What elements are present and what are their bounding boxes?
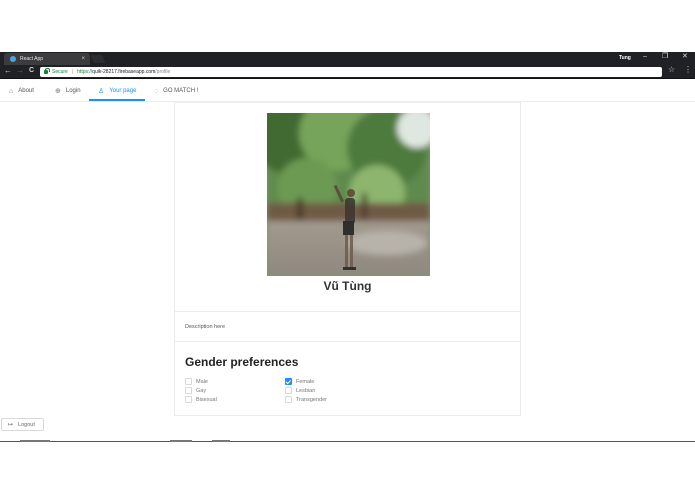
window-close-icon[interactable]: ✕ bbox=[682, 53, 688, 60]
forward-arrow-icon[interactable]: → bbox=[16, 67, 24, 75]
restore-icon[interactable]: ❐ bbox=[662, 53, 668, 60]
nav-item-label: GO MATCH ! bbox=[163, 88, 199, 94]
screen: React App × Tung – ❐ ✕ ← → C Secure | ht… bbox=[0, 0, 695, 494]
card-divider bbox=[175, 311, 520, 312]
checkbox-box[interactable] bbox=[285, 396, 292, 403]
logout-label: Logout bbox=[18, 421, 35, 428]
browser-menu-icon[interactable]: ⋮ bbox=[684, 66, 692, 74]
gender-preferences-title: Gender preferences bbox=[185, 355, 299, 369]
browser-tab[interactable]: React App × bbox=[4, 53, 90, 65]
checkbox-bisexual[interactable]: Bisexual bbox=[185, 396, 217, 403]
secure-label: Secure bbox=[52, 69, 68, 75]
nav-item-login[interactable]: ⊕ Login bbox=[55, 80, 81, 102]
logout-icon: ↦ bbox=[8, 422, 14, 428]
taskbar-segment bbox=[170, 440, 192, 442]
checkbox-label: Transgender bbox=[296, 396, 327, 403]
nav-item-go-match[interactable]: ◌ GO MATCH ! bbox=[154, 80, 198, 102]
checkbox-box-checked[interactable] bbox=[285, 378, 292, 385]
home-icon: ⌂ bbox=[9, 87, 14, 95]
browser-toolbar: ← → C Secure | https:// quik-28217.fireb… bbox=[0, 65, 695, 79]
back-arrow-icon[interactable]: ← bbox=[4, 67, 12, 75]
checkbox-label: Bisexual bbox=[196, 396, 217, 403]
url-path: /profile bbox=[155, 69, 171, 75]
browser-tabstrip: React App × Tung – ❐ ✕ bbox=[0, 52, 695, 65]
checkbox-gay[interactable]: Gay bbox=[185, 387, 206, 394]
checkbox-box[interactable] bbox=[185, 387, 192, 394]
url-scheme: https:// bbox=[77, 69, 93, 75]
logout-button[interactable]: ↦ Logout bbox=[1, 418, 44, 431]
minimize-icon[interactable]: – bbox=[643, 53, 647, 60]
nav-item-label: About bbox=[18, 88, 34, 94]
nav-item-about[interactable]: ⌂ About bbox=[9, 80, 34, 102]
address-bar[interactable]: Secure | https:// quik-28217.firebaseapp… bbox=[40, 67, 662, 77]
profile-description[interactable]: Description here bbox=[185, 324, 225, 330]
checkbox-box[interactable] bbox=[185, 396, 192, 403]
card-divider bbox=[175, 341, 520, 342]
checkbox-label: Lesbian bbox=[296, 387, 316, 394]
profile-photo bbox=[267, 113, 430, 276]
user-icon: ♙ bbox=[98, 88, 105, 95]
react-favicon-icon bbox=[10, 56, 16, 62]
taskbar-segment bbox=[212, 440, 230, 442]
omnibox-separator: | bbox=[71, 69, 74, 75]
bookmark-star-icon[interactable]: ☆ bbox=[668, 66, 675, 74]
browser-tab-title: React App bbox=[20, 56, 44, 62]
checkbox-male[interactable]: Male bbox=[185, 378, 208, 385]
checkbox-label: Male bbox=[196, 378, 208, 385]
profile-photo-illustration bbox=[267, 113, 430, 276]
login-icon: ⊕ bbox=[55, 88, 61, 95]
checkbox-label: Female bbox=[296, 378, 315, 385]
nav-item-label: Your page bbox=[109, 88, 137, 94]
chat-icon: ◌ bbox=[154, 87, 159, 95]
url-host: quik-28217.firebaseapp.com bbox=[92, 69, 156, 75]
checkbox-female[interactable]: Female bbox=[285, 378, 314, 385]
taskbar-segment bbox=[20, 440, 50, 442]
browser-profile-name[interactable]: Tung bbox=[619, 55, 631, 61]
reload-icon[interactable]: C bbox=[29, 67, 34, 74]
active-nav-indicator bbox=[89, 99, 145, 101]
tab-close-icon[interactable]: × bbox=[81, 56, 85, 62]
profile-name: Vũ Tùng bbox=[323, 279, 372, 293]
checkbox-transgender[interactable]: Transgender bbox=[285, 396, 327, 403]
checkbox-label: Gay bbox=[196, 387, 207, 394]
new-tab-button[interactable] bbox=[90, 55, 106, 63]
profile-card: Vũ Tùng Description here Gender preferen… bbox=[174, 102, 521, 416]
lock-icon bbox=[44, 67, 50, 74]
checkbox-lesbian[interactable]: Lesbian bbox=[285, 387, 315, 394]
checkbox-box[interactable] bbox=[185, 378, 192, 385]
nav-item-label: Login bbox=[65, 88, 81, 94]
taskbar-edge bbox=[0, 441, 695, 442]
checkbox-box[interactable] bbox=[285, 387, 292, 394]
